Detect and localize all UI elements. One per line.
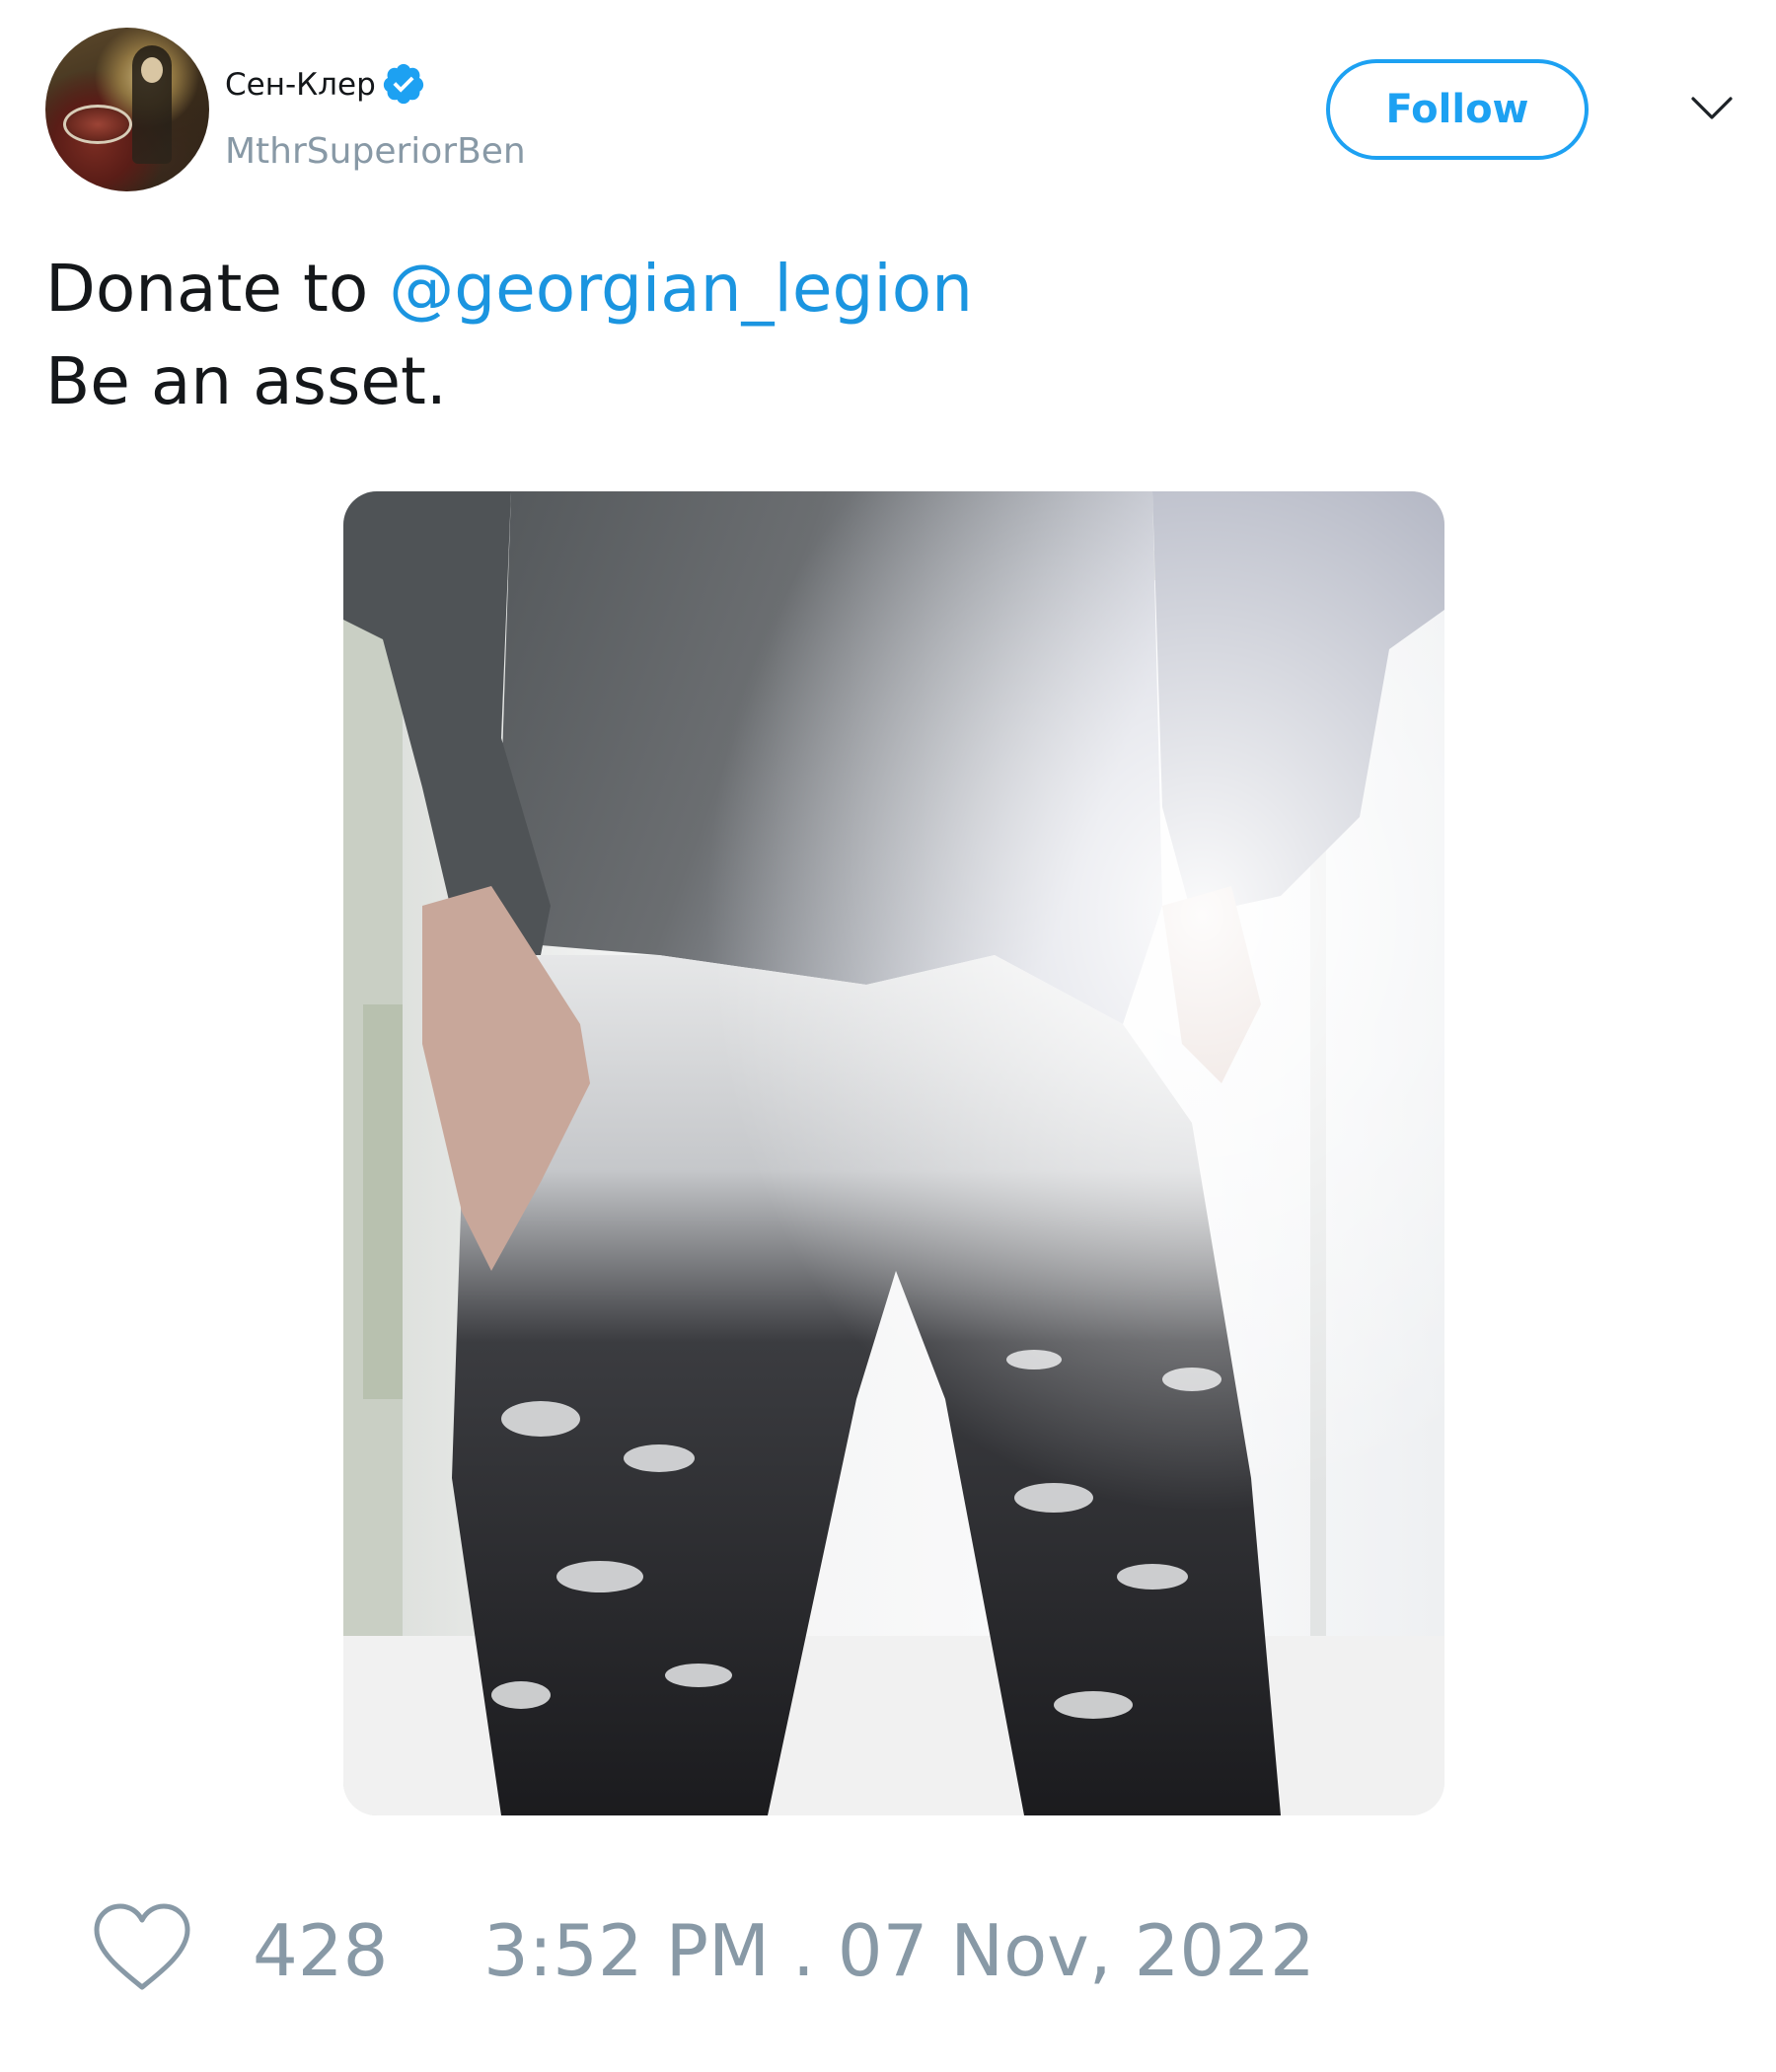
follow-button[interactable]: Follow (1326, 59, 1589, 160)
tweet-line-2: Be an asset. (45, 343, 447, 419)
user-handle[interactable]: MthrSuperiorBen (225, 130, 526, 174)
tweet-line-1: Donate to @georgian_legion (45, 243, 973, 335)
avatar-disc (63, 105, 132, 144)
like-count: 428 (253, 1909, 389, 1992)
tweet-text-prefix: Donate to (45, 251, 390, 327)
tweet-text: Donate to @georgian_legion Be an asset. (45, 243, 973, 428)
photo-image (343, 491, 1444, 1815)
tweet-actions: 428 3:52 PM . 07 Nov, 2022 (0, 1885, 1776, 2003)
chevron-down-icon[interactable] (1687, 89, 1737, 128)
verified-badge-icon (383, 63, 424, 105)
avatar-face (141, 57, 163, 83)
mention-link[interactable]: @georgian_legion (389, 251, 973, 327)
tweet-photo[interactable] (343, 491, 1444, 1815)
heart-icon[interactable] (89, 1900, 195, 1995)
tweet-timestamp[interactable]: 3:52 PM . 07 Nov, 2022 (483, 1906, 1315, 1995)
display-name[interactable]: Сен-Клер (225, 65, 376, 105)
avatar[interactable] (45, 28, 209, 191)
